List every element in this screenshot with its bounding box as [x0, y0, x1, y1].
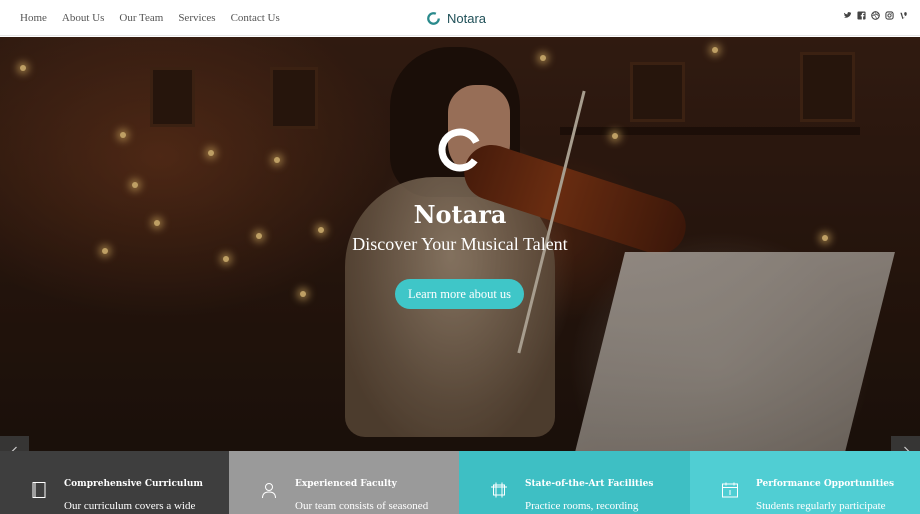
feature-card-curriculum[interactable]: Comprehensive Curriculum Our curriculum … [0, 451, 229, 514]
feature-text: Our curriculum covers a wide [64, 500, 196, 512]
brand-logo-link[interactable]: Notara [426, 8, 486, 28]
book-icon [30, 481, 48, 499]
main-nav: Home About Us Our Team Services Contact … [20, 0, 280, 36]
building-icon [490, 481, 508, 499]
nav-about-us[interactable]: About Us [62, 12, 104, 24]
social-links [843, 11, 908, 20]
site-header: Home About Us Our Team Services Contact … [0, 0, 920, 36]
calendar-icon [721, 481, 739, 499]
feature-text: Our team consists of seasoned [295, 500, 429, 512]
feature-card-facilities[interactable]: State-of-the-Art Facilities Practice roo… [459, 451, 690, 514]
nav-services[interactable]: Services [178, 12, 215, 24]
feature-title: Performance Opportunities [756, 479, 895, 489]
dribbble-icon[interactable] [871, 11, 880, 20]
notara-logo-icon [426, 11, 441, 26]
feature-title: State-of-the-Art Facilities [525, 479, 654, 489]
nav-home[interactable]: Home [20, 12, 47, 24]
user-icon [260, 481, 278, 499]
feature-text: Students regularly participate [756, 500, 886, 512]
facebook-icon[interactable] [857, 11, 866, 20]
learn-more-button[interactable]: Learn more about us [395, 279, 524, 309]
features-strip: Comprehensive Curriculum Our curriculum … [0, 451, 920, 514]
twitter-icon[interactable] [843, 11, 852, 20]
vine-icon[interactable] [899, 11, 908, 20]
feature-text: Practice rooms, recording [525, 500, 639, 512]
hero-subtitle: Discover Your Musical Talent [352, 234, 568, 254]
hero-logo-icon [436, 126, 484, 174]
nav-our-team[interactable]: Our Team [119, 12, 163, 24]
brand-name: Notara [447, 10, 487, 26]
feature-title: Comprehensive Curriculum [64, 479, 203, 489]
feature-title: Experienced Faculty [295, 479, 397, 489]
nav-contact-us[interactable]: Contact Us [231, 12, 280, 24]
hero-title: Notara [413, 200, 507, 229]
hero-banner: Notara Discover Your Musical Talent Lear… [0, 37, 920, 451]
feature-card-faculty[interactable]: Experienced Faculty Our team consists of… [229, 451, 459, 514]
instagram-icon[interactable] [885, 11, 894, 20]
feature-card-performance[interactable]: Performance Opportunities Students regul… [690, 451, 920, 514]
